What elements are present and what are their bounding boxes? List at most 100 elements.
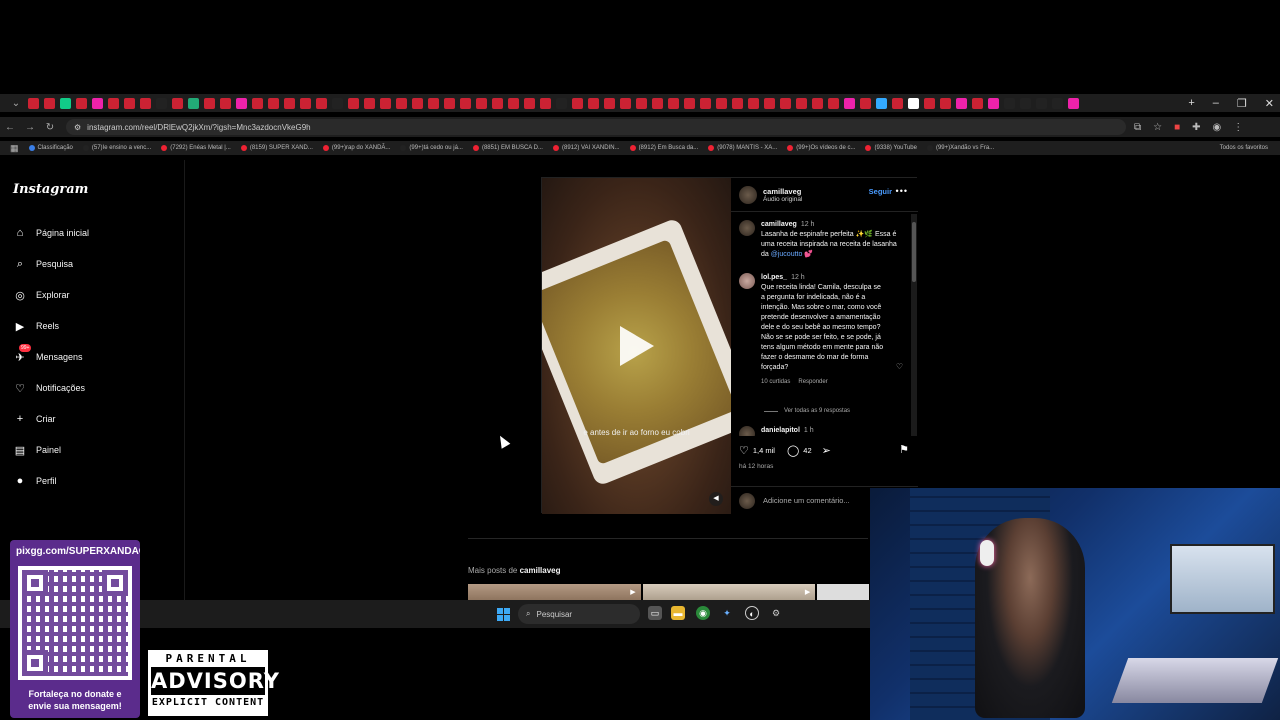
- browser-tab-favicon[interactable]: [748, 97, 759, 109]
- browser-tab-favicon[interactable]: [1004, 97, 1015, 109]
- nav-home[interactable]: ⌂ Página inicial: [13, 226, 89, 240]
- browser-tab-favicon[interactable]: [732, 97, 743, 109]
- browser-tab-favicon[interactable]: [476, 97, 487, 109]
- browser-tab-favicon[interactable]: [524, 97, 535, 109]
- file-explorer-icon[interactable]: ▬: [671, 606, 685, 620]
- browser-tab-favicon[interactable]: [60, 97, 71, 109]
- comments-scrollbar[interactable]: [911, 214, 917, 436]
- bookmark-item[interactable]: (8912) Em Busca da...: [629, 145, 698, 151]
- bookmark-item[interactable]: (7292) Enéas Metal |...: [161, 145, 231, 151]
- caption-avatar[interactable]: [739, 220, 755, 236]
- nav-dashboard[interactable]: ▤ Painel: [13, 443, 61, 457]
- bookmark-item[interactable]: (57)Ie ensino a venc...: [82, 145, 151, 151]
- more-posts-user[interactable]: camillaveg: [520, 566, 561, 575]
- bookmark-item[interactable]: (8159) SUPER XAND...: [240, 145, 313, 151]
- obs-icon[interactable]: ◐: [745, 606, 759, 620]
- browser-tab-favicon[interactable]: [572, 97, 583, 109]
- view-replies-button[interactable]: Ver todas as 9 respostas: [764, 408, 850, 414]
- browser-tab-favicon[interactable]: [860, 97, 871, 109]
- bookmark-item[interactable]: (8851) EM BUSCA D...: [472, 145, 543, 151]
- browser-tab-favicon[interactable]: [940, 97, 951, 109]
- url-input[interactable]: ⚙ instagram.com/reel/DRlEwQ2jkXm/?igsh=M…: [66, 119, 1126, 135]
- share-icon[interactable]: ➢: [822, 444, 831, 457]
- bookmark-item[interactable]: (99+)tá cedo ou já...: [400, 145, 463, 151]
- browser-tab-favicon[interactable]: [892, 97, 903, 109]
- browser-tab-favicon[interactable]: [1020, 97, 1031, 109]
- task-view-icon[interactable]: ▭: [648, 606, 662, 620]
- browser-tab-favicon[interactable]: [252, 97, 263, 109]
- browser-tab-favicon[interactable]: [1052, 97, 1063, 109]
- browser-tab-favicon[interactable]: [140, 97, 151, 109]
- browser-tab-favicon[interactable]: [604, 97, 615, 109]
- author-username[interactable]: camillaveg: [763, 187, 802, 196]
- browser-tab-favicon[interactable]: [76, 97, 87, 109]
- comment-like-icon[interactable]: ♡: [896, 362, 903, 371]
- play-icon[interactable]: [620, 326, 654, 366]
- browser-tab-favicon[interactable]: [620, 97, 631, 109]
- browser-tab-favicon[interactable]: [636, 97, 647, 109]
- site-info-icon[interactable]: ⚙: [74, 123, 81, 132]
- nav-search[interactable]: ⌕ Pesquisa: [13, 257, 73, 271]
- maximize-icon[interactable]: ❐: [1237, 97, 1247, 110]
- apps-icon[interactable]: ▦: [10, 143, 19, 154]
- browser-tab-favicon[interactable]: [28, 97, 39, 109]
- browser-tab-favicon[interactable]: [92, 97, 103, 109]
- browser-tab-favicon[interactable]: [284, 97, 295, 109]
- settings-gear-icon[interactable]: ⚙: [769, 606, 783, 620]
- bookmark-item[interactable]: Classificação: [28, 145, 73, 151]
- browser-tab-favicon[interactable]: [908, 97, 919, 109]
- caption-mention[interactable]: @jucoutto 💕: [771, 251, 813, 258]
- browser-tab-favicon[interactable]: [428, 97, 439, 109]
- browser-tab-favicon[interactable]: [684, 97, 695, 109]
- browser-tab-favicon[interactable]: [380, 97, 391, 109]
- browser-tab-favicon[interactable]: [780, 97, 791, 109]
- nav-create[interactable]: + Criar: [13, 412, 56, 426]
- browser-tab-favicon[interactable]: [956, 97, 967, 109]
- comment-icon[interactable]: ◯: [787, 444, 799, 457]
- browser-tab-favicon[interactable]: [972, 97, 983, 109]
- more-options-icon[interactable]: •••: [896, 186, 908, 196]
- comment-likes[interactable]: 10 curtidas: [761, 377, 790, 387]
- browser-tab-favicon[interactable]: [268, 97, 279, 109]
- browser-tab-favicon[interactable]: [492, 97, 503, 109]
- windows-start-icon[interactable]: [497, 608, 510, 621]
- browser-tab-favicon[interactable]: [172, 97, 183, 109]
- browser-tab-favicon[interactable]: [316, 97, 327, 109]
- browser-tab-favicon[interactable]: [588, 97, 599, 109]
- profile-avatar-icon[interactable]: ◉: [1213, 122, 1222, 133]
- browser-tab-favicon[interactable]: [460, 97, 471, 109]
- bookmark-item[interactable]: (9338) YouTube: [865, 145, 917, 151]
- comment-username[interactable]: danielapitol: [761, 427, 800, 434]
- likes-count[interactable]: 1,4 mil: [753, 446, 775, 455]
- chrome-icon[interactable]: ◉: [696, 606, 710, 620]
- extension-icon-red[interactable]: ■: [1174, 122, 1180, 133]
- browser-tab-favicon[interactable]: [44, 97, 55, 109]
- browser-tab-favicon[interactable]: [396, 97, 407, 109]
- browser-tab-favicon[interactable]: [988, 97, 999, 109]
- like-icon[interactable]: ♡: [739, 444, 749, 457]
- bookmark-item[interactable]: (99+)Os vídeos de c...: [787, 145, 855, 151]
- forward-icon[interactable]: →: [20, 122, 40, 133]
- bookmark-item[interactable]: (99+)rap do XANDÃ...: [322, 145, 390, 151]
- browser-tab-favicon[interactable]: [828, 97, 839, 109]
- caption-username[interactable]: camillaveg: [761, 221, 797, 228]
- comment-avatar[interactable]: [739, 273, 755, 289]
- bookmark-item[interactable]: (9078) MANTIS - XA...: [708, 145, 777, 151]
- minimize-icon[interactable]: –: [1213, 97, 1219, 109]
- reel-video[interactable]: e antes de ir ao forno eu cobri ◀: [542, 178, 731, 514]
- browser-tab-favicon[interactable]: [924, 97, 935, 109]
- nav-profile[interactable]: ● Perfil: [13, 474, 57, 488]
- audio-label[interactable]: Áudio original: [763, 196, 802, 203]
- browser-tab-favicon[interactable]: [556, 97, 567, 109]
- browser-tab-favicon[interactable]: [444, 97, 455, 109]
- browser-tab-favicon[interactable]: [108, 97, 119, 109]
- back-icon[interactable]: ←: [0, 122, 20, 133]
- browser-tab-favicon[interactable]: [716, 97, 727, 109]
- new-tab-icon[interactable]: +: [1188, 97, 1194, 109]
- browser-tab-favicon[interactable]: [412, 97, 423, 109]
- instagram-logo[interactable]: Instagram: [13, 182, 88, 197]
- browser-tab-favicon[interactable]: [508, 97, 519, 109]
- browser-tab-favicon[interactable]: [796, 97, 807, 109]
- author-avatar[interactable]: [739, 185, 757, 204]
- browser-tab-favicon[interactable]: [540, 97, 551, 109]
